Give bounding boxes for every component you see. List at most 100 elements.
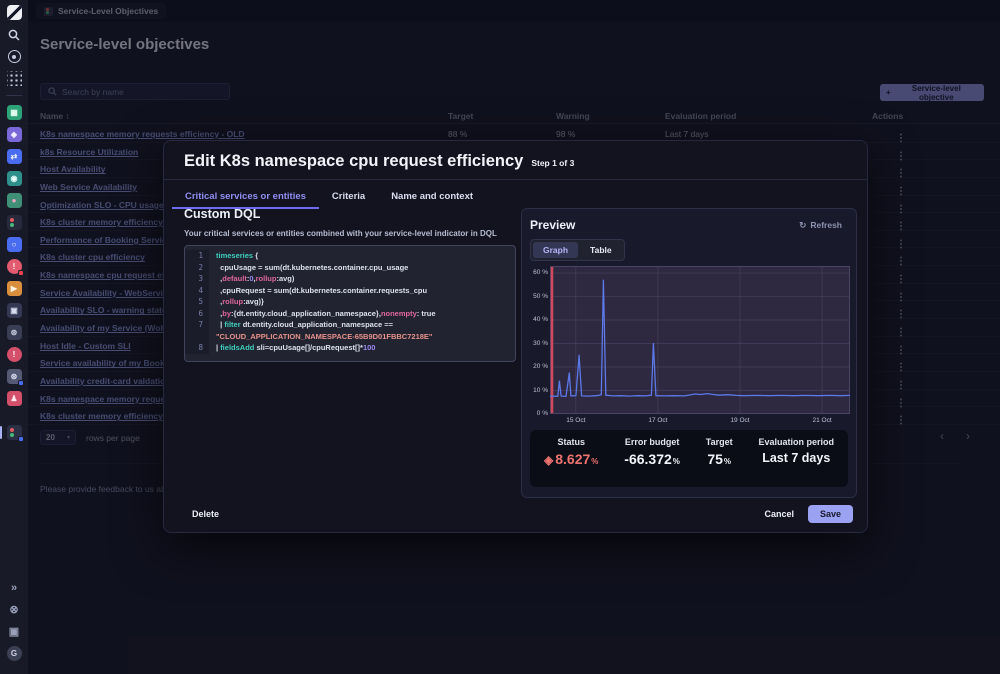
code-text: timeseries {: [209, 250, 515, 262]
user-avatar[interactable]: G: [0, 646, 28, 661]
code-text: ,cpuRequest = sum(dt.kubernetes.containe…: [209, 285, 515, 297]
expand-sidebar-icon: »: [7, 580, 22, 595]
app-distributed-tracing[interactable]: ○: [0, 237, 28, 252]
stat-label: Status: [557, 437, 585, 447]
dynatrace-logo[interactable]: [0, 5, 28, 20]
whats-new[interactable]: ▣: [0, 624, 28, 639]
stat-value: -66.372%: [624, 451, 680, 467]
app-slo[interactable]: [0, 425, 28, 440]
modal-footer: Delete Cancel Save: [164, 496, 867, 532]
edit-slo-modal: Edit K8s namespace cpu request efficienc…: [163, 140, 868, 533]
stat-value: 75%: [707, 451, 731, 467]
global-search[interactable]: [0, 27, 28, 42]
app-kubernetes[interactable]: ◆: [0, 127, 28, 142]
app-dashboards[interactable]: ▦: [0, 105, 28, 120]
stat-label: Error budget: [625, 437, 680, 447]
app-admin-icon: ⊛: [7, 369, 22, 384]
app-launchpad[interactable]: ▶: [0, 281, 28, 296]
app-access[interactable]: ♟: [0, 391, 28, 406]
stat-value: ◈8.627%: [544, 451, 598, 467]
app-slo-classic[interactable]: [0, 215, 28, 230]
whats-new-icon: ▣: [7, 624, 22, 639]
stat-target: Target 75%: [706, 437, 733, 480]
refresh-button[interactable]: ↻ Refresh: [793, 219, 848, 232]
code-line: 8| fieldsAdd sli=cpuUsage[]/cpuRequest[]…: [185, 342, 515, 354]
y-tick-label: 0 %: [530, 410, 548, 417]
app-workflows-icon: ⇄: [7, 149, 22, 164]
app-services[interactable]: ◉: [0, 171, 28, 186]
expand-sidebar[interactable]: »: [0, 580, 28, 595]
green-light: [10, 433, 14, 437]
code-line: 2 cpuUsage = sum(dt.kubernetes.container…: [185, 262, 515, 274]
delete-button[interactable]: Delete: [184, 505, 227, 523]
code-text: "CLOUD_APPLICATION_NAMESPACE-65B9D01FBBC…: [209, 331, 515, 343]
step-indicator: Step 1 of 3: [531, 158, 574, 168]
save-button[interactable]: Save: [808, 505, 853, 523]
app-automation-icon: ▣: [7, 303, 22, 318]
section-description: Your critical services or entities combi…: [184, 229, 497, 238]
dql-editor[interactable]: 1timeseries {2 cpuUsage = sum(dt.kuberne…: [184, 245, 516, 362]
badge: [18, 380, 24, 386]
app-window: ▦◆⇄◉●○!▶▣⊛!⊛♟»⊗▣G Service-Level Objectiv…: [0, 0, 1000, 674]
preview-panel: Preview ↻ Refresh GraphTable 0 %10 %20 %…: [521, 208, 857, 498]
app-services-icon: ◉: [7, 171, 22, 186]
section-title: Custom DQL: [184, 207, 260, 221]
slo-stats-strip: Status ◈8.627% Error budget -66.372% Target 7…: [530, 430, 848, 487]
red-light: [10, 428, 14, 432]
x-tick-label: 19 Oct: [727, 417, 753, 424]
y-tick-label: 50 %: [530, 293, 548, 300]
app-problems[interactable]: !: [0, 259, 28, 274]
line-number: 2: [185, 262, 209, 274]
app-access-icon: ♟: [7, 391, 22, 406]
tab-critical-services-or-entities[interactable]: Critical services or entities: [172, 185, 319, 209]
code-text: ,rollup:avg)}: [209, 296, 515, 308]
line-number: 3: [185, 273, 209, 285]
line-number: 7: [185, 319, 209, 331]
cancel-button[interactable]: Cancel: [756, 505, 802, 523]
view-table-button[interactable]: Table: [580, 242, 622, 258]
code-text: ,by:{dt.entity.cloud_application_namespa…: [209, 308, 515, 320]
y-tick-label: 10 %: [530, 387, 548, 394]
app-launcher[interactable]: [0, 71, 28, 86]
app-workflows[interactable]: ⇄: [0, 149, 28, 164]
code-line: 1timeseries {: [185, 250, 515, 262]
refresh-icon: ↻: [799, 220, 806, 231]
app-incidents[interactable]: !: [0, 347, 28, 362]
app-infrastructure[interactable]: ●: [0, 193, 28, 208]
stat-evaluation-period: Evaluation periodLast 7 days: [758, 437, 834, 480]
view-graph-button[interactable]: Graph: [533, 242, 578, 258]
code-text: | filter dt.entity.cloud_application_nam…: [209, 319, 515, 331]
x-tick-label: 15 Oct: [563, 417, 589, 424]
chart-canvas: [550, 266, 850, 414]
stat-label: Target: [706, 437, 733, 447]
app-kubernetes-icon: ◆: [7, 127, 22, 142]
app-problems-icon: !: [7, 259, 22, 274]
app-admin[interactable]: ⊛: [0, 369, 28, 384]
preview-chart: 0 %10 %20 %30 %40 %50 %60 %15 Oct17 Oct1…: [530, 266, 850, 428]
davis-ai[interactable]: [0, 49, 28, 64]
code-line: 6 ,by:{dt.entity.cloud_application_names…: [185, 308, 515, 320]
app-incidents-icon: !: [7, 347, 22, 362]
badge: [18, 270, 24, 276]
app-dashboards-icon: ▦: [7, 105, 22, 120]
tab-criteria[interactable]: Criteria: [319, 185, 378, 209]
preview-title: Preview: [530, 218, 575, 232]
help[interactable]: ⊗: [0, 602, 28, 617]
line-number: [185, 331, 209, 343]
app-settings[interactable]: ⊛: [0, 325, 28, 340]
y-tick-label: 40 %: [530, 316, 548, 323]
code-text: ,default:0,rollup:avg): [209, 273, 515, 285]
green-light: [10, 223, 14, 227]
line-number: 5: [185, 296, 209, 308]
code-line: 3 ,default:0,rollup:avg): [185, 273, 515, 285]
stat-error-budget: Error budget -66.372%: [624, 437, 680, 480]
dynatrace-logo-icon: [7, 5, 22, 20]
tab-name-and-context[interactable]: Name and context: [378, 185, 486, 209]
stat-value: Last 7 days: [762, 451, 830, 465]
help-icon: ⊗: [7, 602, 22, 617]
red-light: [10, 218, 14, 222]
y-tick-label: 60 %: [530, 269, 548, 276]
code-line: 4 ,cpuRequest = sum(dt.kubernetes.contai…: [185, 285, 515, 297]
app-automation[interactable]: ▣: [0, 303, 28, 318]
line-number: 8: [185, 342, 209, 354]
